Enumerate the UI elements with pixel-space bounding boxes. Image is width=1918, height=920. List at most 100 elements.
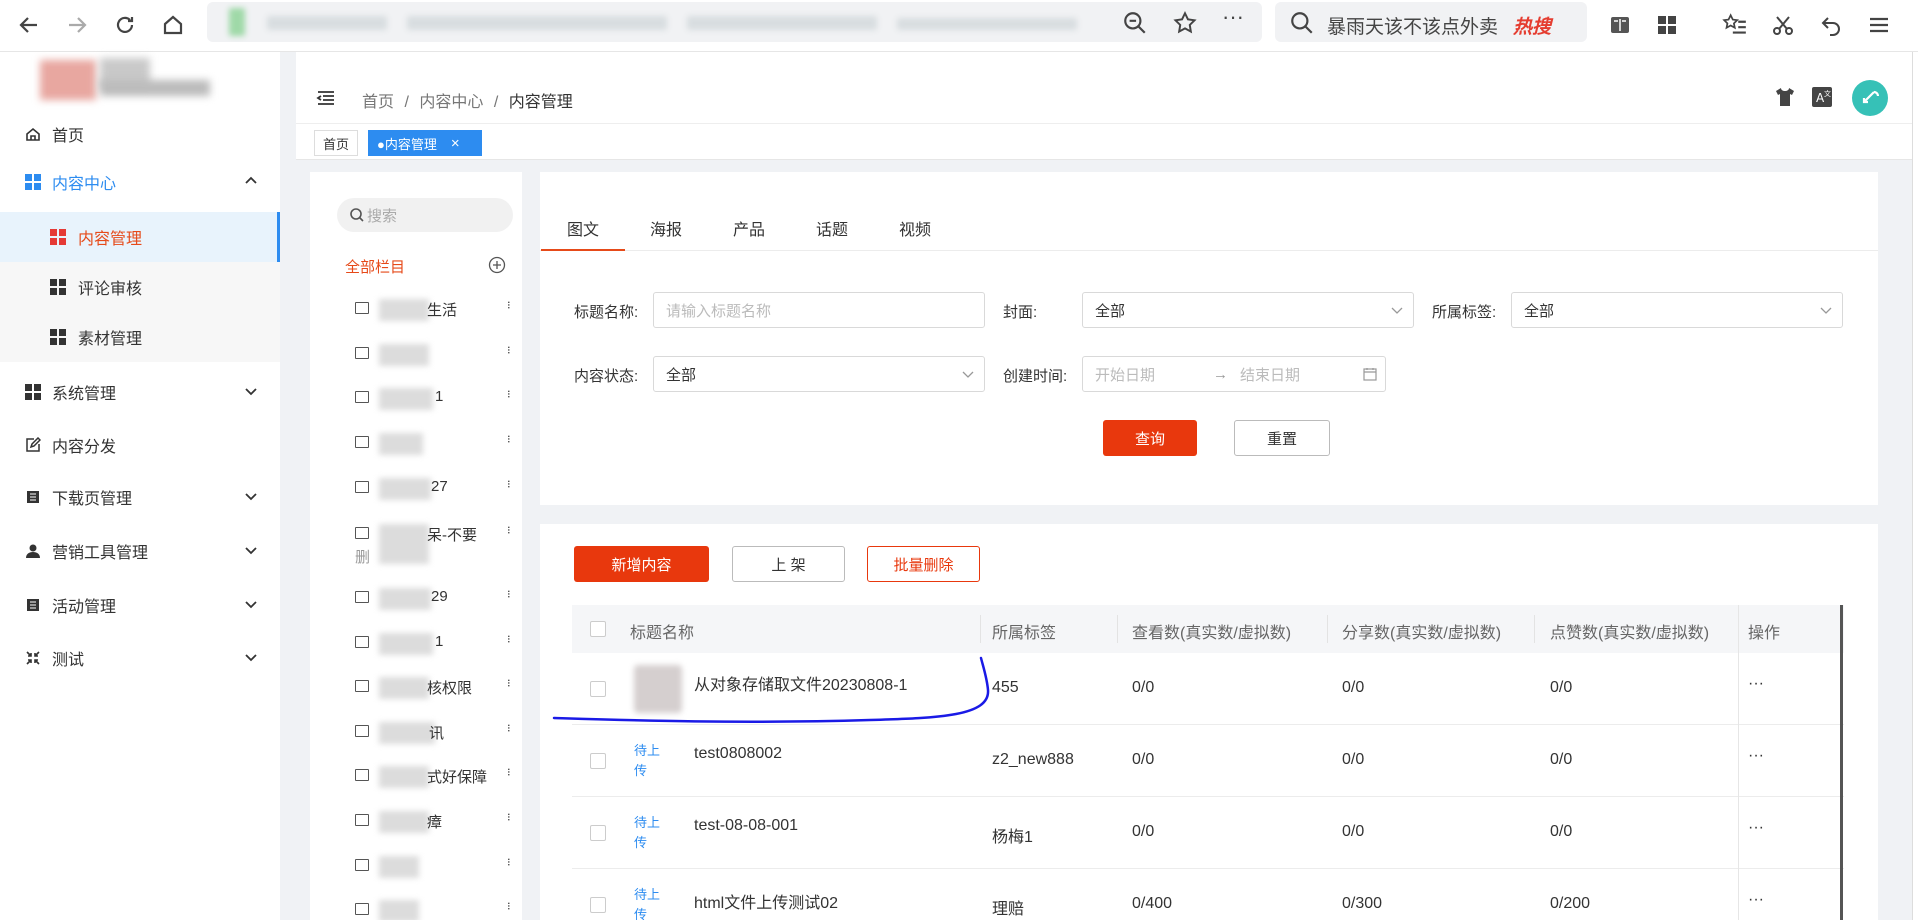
status-filter-select[interactable]: 全部	[653, 356, 985, 392]
dashboard-icon	[24, 173, 42, 191]
home-icon[interactable]	[156, 8, 190, 42]
tag-home[interactable]: 首页	[314, 130, 359, 156]
sidebar-item-content-manage[interactable]: 内容管理	[0, 212, 280, 262]
more-vertical-icon[interactable]: ···	[502, 634, 518, 642]
sidebar-item-material-manage[interactable]: 素材管理	[0, 312, 280, 362]
more-icon[interactable]: ···	[1222, 4, 1244, 30]
more-vertical-icon[interactable]: ···	[502, 389, 518, 397]
start-date-placeholder[interactable]: 开始日期	[1095, 364, 1155, 385]
breadcrumb-home[interactable]: 首页	[362, 94, 394, 111]
more-vertical-icon[interactable]: ···	[502, 767, 518, 775]
tree-node[interactable]: ···	[355, 344, 518, 366]
table-row[interactable]: 待上传 html文件上传测试02 理赔 0/400 0/300 0/200 ··…	[572, 869, 1844, 920]
end-date-placeholder[interactable]: 结束日期	[1240, 364, 1300, 385]
breadcrumb-content-center[interactable]: 内容中心	[419, 94, 483, 111]
star-icon[interactable]	[1172, 10, 1198, 36]
close-icon[interactable]: ×	[451, 135, 460, 152]
batch-delete-button[interactable]: 批量删除	[867, 546, 980, 582]
add-category-icon[interactable]	[488, 256, 506, 274]
tree-node[interactable]: 27 ···	[355, 478, 518, 500]
more-vertical-icon[interactable]: ···	[502, 589, 518, 597]
date-range-picker[interactable]: 开始日期 → 结束日期	[1082, 356, 1386, 392]
more-vertical-icon[interactable]: ···	[502, 857, 518, 865]
tree-node[interactable]: 1 ···	[355, 388, 518, 410]
tree-search-input[interactable]: 搜索	[337, 198, 513, 232]
column-header-views: 查看数(真实数/虚拟数)	[1132, 625, 1292, 642]
tree-node[interactable]: 讯 ···	[355, 722, 518, 744]
sidebar-item-system[interactable]: 系统管理	[0, 368, 280, 416]
more-vertical-icon[interactable]: ···	[502, 434, 518, 442]
menu-icon[interactable]	[1862, 8, 1896, 42]
tree-node[interactable]: ···	[355, 900, 518, 920]
row-more-actions[interactable]: ···	[1748, 747, 1764, 765]
more-vertical-icon[interactable]: ···	[502, 525, 518, 533]
table-row[interactable]: 待上传 test-08-08-001 杨梅1 0/0 0/0 0/0 ···	[572, 797, 1844, 869]
more-vertical-icon[interactable]: ···	[502, 479, 518, 487]
tree-all-categories[interactable]: 全部栏目	[345, 256, 405, 277]
scissors-icon[interactable]	[1766, 8, 1800, 42]
select-all-checkbox[interactable]	[590, 621, 606, 637]
row-shares: 0/0	[1342, 679, 1365, 696]
avatar[interactable]	[1852, 80, 1888, 116]
tab-topic[interactable]: 话题	[816, 216, 848, 240]
language-icon[interactable]: A文	[1811, 86, 1833, 108]
reader-icon[interactable]	[1603, 8, 1637, 42]
more-vertical-icon[interactable]: ···	[502, 678, 518, 686]
query-button[interactable]: 查询	[1103, 420, 1197, 456]
title-filter-input[interactable]: 请输入标题名称	[653, 292, 985, 328]
undo-icon[interactable]	[1814, 8, 1848, 42]
sidebar-item-download-page[interactable]: 下载页管理	[0, 473, 280, 521]
sidebar-item-home[interactable]: 首页	[0, 110, 280, 158]
table-row[interactable]: 待上传 test0808002 z2_new888 0/0 0/0 0/0 ··…	[572, 725, 1844, 797]
row-checkbox[interactable]	[590, 825, 606, 841]
tab-poster[interactable]: 海报	[650, 216, 682, 240]
tree-node[interactable]: 式好保障 ···	[355, 766, 518, 788]
table-scrollbar[interactable]	[1840, 605, 1843, 920]
tree-node[interactable]: 生活 ···	[355, 299, 518, 321]
sidebar: 首页 内容中心 内容管理 评论审核 素材管理 系统管理 内容分发 下载页管理 营…	[0, 52, 280, 920]
reset-button[interactable]: 重置	[1234, 420, 1330, 456]
cover-filter-select[interactable]: 全部	[1082, 292, 1414, 328]
more-vertical-icon[interactable]: ···	[502, 812, 518, 820]
publish-button[interactable]: 上 架	[732, 546, 845, 582]
tag-content-manage[interactable]: ●内容管理 ×	[368, 130, 482, 156]
row-more-actions[interactable]: ···	[1748, 675, 1764, 693]
more-vertical-icon[interactable]: ···	[502, 901, 518, 909]
row-likes: 0/0	[1550, 823, 1573, 840]
tree-node[interactable]: 1 ···	[355, 633, 518, 655]
address-bar[interactable]: ···	[207, 2, 1262, 42]
tree-node[interactable]: 呆-不要 删 ···	[355, 524, 518, 570]
tree-node[interactable]: 核权限 ···	[355, 677, 518, 699]
tab-video[interactable]: 视频	[899, 216, 931, 240]
tab-product[interactable]: 产品	[733, 216, 765, 240]
sidebar-item-activity[interactable]: 活动管理	[0, 581, 280, 629]
tree-node[interactable]: 瘴 ···	[355, 811, 518, 833]
tag-filter-select[interactable]: 全部	[1511, 292, 1843, 328]
forward-icon[interactable]	[60, 8, 94, 42]
tab-article[interactable]: 图文	[567, 216, 599, 240]
collapse-menu-icon[interactable]	[316, 88, 336, 108]
row-checkbox[interactable]	[590, 753, 606, 769]
sidebar-item-content-center[interactable]: 内容中心	[0, 158, 280, 206]
more-vertical-icon[interactable]: ···	[502, 300, 518, 308]
apps-icon[interactable]	[1650, 8, 1684, 42]
sidebar-item-test[interactable]: 测试	[0, 634, 280, 682]
add-content-button[interactable]: 新增内容	[574, 546, 709, 582]
more-vertical-icon[interactable]: ···	[502, 345, 518, 353]
more-vertical-icon[interactable]: ···	[502, 723, 518, 731]
sidebar-item-distribution[interactable]: 内容分发	[0, 421, 280, 469]
favorites-icon[interactable]	[1718, 8, 1752, 42]
tree-node[interactable]: ···	[355, 856, 518, 878]
row-more-actions[interactable]: ···	[1748, 819, 1764, 837]
row-checkbox[interactable]	[590, 897, 606, 913]
browser-search-box[interactable]: 暴雨天该不该点外卖 热搜	[1275, 2, 1587, 42]
theme-icon[interactable]	[1774, 86, 1796, 108]
reload-icon[interactable]	[108, 8, 142, 42]
sidebar-item-marketing[interactable]: 营销工具管理	[0, 527, 280, 575]
sidebar-item-comment-review[interactable]: 评论审核	[0, 262, 280, 312]
tree-node[interactable]: ···	[355, 433, 518, 455]
zoom-icon[interactable]	[1122, 10, 1148, 36]
tree-node[interactable]: 29 ···	[355, 588, 518, 610]
back-icon[interactable]	[12, 8, 46, 42]
row-more-actions[interactable]: ···	[1748, 891, 1764, 909]
